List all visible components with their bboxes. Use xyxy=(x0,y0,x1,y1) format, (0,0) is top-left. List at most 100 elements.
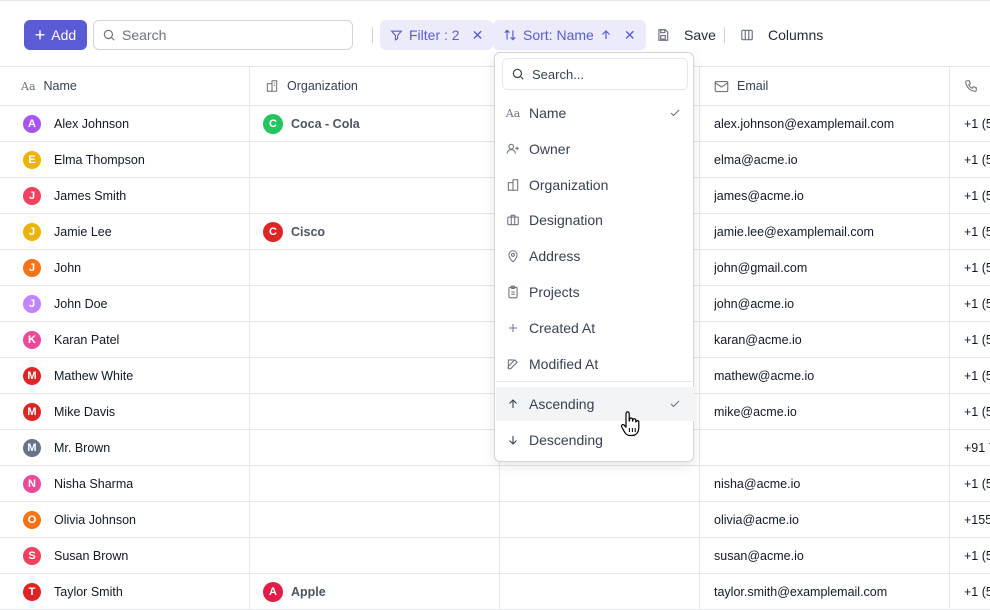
email-value[interactable]: mike@acme.io xyxy=(714,405,797,419)
filter-clear-icon[interactable]: ✕ xyxy=(472,27,484,44)
phone-cell: +1 (5 xyxy=(964,394,990,429)
email-cell: olivia@acme.io xyxy=(714,502,799,537)
arrow-up-icon xyxy=(506,398,520,410)
name-cell: K Karan Patel xyxy=(23,322,119,357)
email-value[interactable]: jamie.lee@examplemail.com xyxy=(714,225,874,239)
phone-value[interactable]: +1 (5 xyxy=(964,549,990,563)
column-header-name[interactable]: Aa Name xyxy=(21,67,77,105)
contact-name[interactable]: James Smith xyxy=(54,189,126,203)
contact-name[interactable]: Susan Brown xyxy=(54,549,128,563)
phone-value[interactable]: +1 (5 xyxy=(964,405,990,419)
contact-name[interactable]: Jamie Lee xyxy=(54,225,112,239)
contact-name[interactable]: Mr. Brown xyxy=(54,441,110,455)
organization-name[interactable]: Cisco xyxy=(291,225,325,239)
contact-name[interactable]: John Doe xyxy=(54,297,108,311)
filter-chip[interactable]: Filter : 2 ✕ xyxy=(380,20,494,50)
contact-name[interactable]: Taylor Smith xyxy=(54,585,123,599)
avatar: M xyxy=(23,366,41,385)
email-value[interactable]: james@acme.io xyxy=(714,189,804,203)
phone-value[interactable]: +1 (5 xyxy=(964,153,990,167)
phone-cell: +1 (5 xyxy=(964,286,990,321)
email-value[interactable]: john@gmail.com xyxy=(714,261,807,275)
organization-name[interactable]: Apple xyxy=(291,585,326,599)
table-row[interactable]: T Taylor Smith A Apple taylor.smith@examplem… xyxy=(0,574,990,610)
sort-clear-icon[interactable]: ✕ xyxy=(624,27,636,44)
contact-name[interactable]: John xyxy=(54,261,81,275)
avatar: K xyxy=(23,330,41,349)
phone-value[interactable]: +1 (5 xyxy=(964,189,990,203)
email-value[interactable]: olivia@acme.io xyxy=(714,513,799,527)
contact-name[interactable]: Karan Patel xyxy=(54,333,119,347)
sort-field-label: Name xyxy=(529,105,567,121)
sort-field-address[interactable]: Address xyxy=(496,239,694,273)
email-cell: mathew@acme.io xyxy=(714,358,814,393)
search-input[interactable] xyxy=(122,27,342,43)
contact-name[interactable]: Mathew White xyxy=(54,369,133,383)
table-row[interactable]: S Susan Brown susan@acme.io +1 (5 xyxy=(0,538,990,574)
email-value[interactable]: taylor.smith@examplemail.com xyxy=(714,585,887,599)
email-value[interactable]: mathew@acme.io xyxy=(714,369,814,383)
sort-dropdown: Aa Name Owner Organization Designation Addres… xyxy=(494,52,694,462)
sort-field-created-at[interactable]: Created At xyxy=(496,311,694,345)
email-value[interactable]: elma@acme.io xyxy=(714,153,798,167)
add-button[interactable]: + Add xyxy=(24,20,87,50)
phone-value[interactable]: +155 xyxy=(964,513,990,527)
sort-search-box[interactable] xyxy=(502,58,688,90)
column-header-phone[interactable] xyxy=(964,67,978,105)
toolbar-divider xyxy=(724,27,725,43)
arrow-up-icon xyxy=(601,30,610,39)
phone-value[interactable]: +1 (5 xyxy=(964,225,990,239)
sort-direction-ascending[interactable]: Ascending xyxy=(496,387,694,421)
column-header-organization[interactable]: Organization xyxy=(265,67,358,105)
columns-button[interactable]: Columns xyxy=(740,20,823,50)
email-value[interactable]: john@acme.io xyxy=(714,297,794,311)
phone-value[interactable]: +1 (5 xyxy=(964,369,990,383)
phone-value[interactable]: +1 (5 xyxy=(964,297,990,311)
phone-value[interactable]: +1 (5 xyxy=(964,333,990,347)
sort-field-owner[interactable]: Owner xyxy=(496,132,694,166)
phone-cell: +1 (5 xyxy=(964,142,990,177)
name-cell: T Taylor Smith xyxy=(23,574,123,609)
email-value[interactable]: nisha@acme.io xyxy=(714,477,800,491)
phone-value[interactable]: +1 (5 xyxy=(964,261,990,275)
table-row[interactable]: O Olivia Johnson olivia@acme.io +155 xyxy=(0,502,990,538)
sort-field-name[interactable]: Aa Name xyxy=(496,96,694,130)
sort-field-organization[interactable]: Organization xyxy=(496,168,694,202)
contact-name[interactable]: Elma Thompson xyxy=(54,153,145,167)
column-header-label: Organization xyxy=(287,79,358,93)
avatar: M xyxy=(23,438,41,457)
sort-field-projects[interactable]: Projects xyxy=(496,275,694,309)
contact-name[interactable]: Mike Davis xyxy=(54,405,115,419)
phone-value[interactable]: +1 (5 xyxy=(964,477,990,491)
sort-field-modified-at[interactable]: Modified At xyxy=(496,347,694,381)
table-row[interactable]: N Nisha Sharma nisha@acme.io +1 (5 xyxy=(0,466,990,502)
contact-name[interactable]: Alex Johnson xyxy=(54,117,129,131)
email-value[interactable]: susan@acme.io xyxy=(714,549,804,563)
contact-name[interactable]: Olivia Johnson xyxy=(54,513,136,527)
sort-direction-descending[interactable]: Descending xyxy=(496,423,694,457)
email-cell: susan@acme.io xyxy=(714,538,804,573)
sort-chip[interactable]: Sort: Name ✕ xyxy=(493,20,646,50)
save-button[interactable]: Save xyxy=(656,20,716,50)
email-value[interactable]: alex.johnson@examplemail.com xyxy=(714,117,894,131)
search-box[interactable] xyxy=(93,20,353,50)
phone-value[interactable]: +91 7 xyxy=(964,441,990,455)
column-header-email[interactable]: Email xyxy=(714,67,768,105)
contact-name[interactable]: Nisha Sharma xyxy=(54,477,133,491)
email-cell: john@gmail.com xyxy=(714,250,807,285)
phone-value[interactable]: +1 (5 xyxy=(964,585,990,599)
menu-divider xyxy=(496,381,694,382)
email-cell: alex.johnson@examplemail.com xyxy=(714,106,894,141)
email-cell: james@acme.io xyxy=(714,178,804,213)
name-cell: S Susan Brown xyxy=(23,538,128,573)
sort-search-input[interactable] xyxy=(532,66,682,82)
phone-cell: +1 (5 xyxy=(964,358,990,393)
phone-value[interactable]: +1 (5 xyxy=(964,117,990,131)
sort-field-designation[interactable]: Designation xyxy=(496,203,694,237)
column-header-label: Email xyxy=(737,79,769,93)
phone-cell: +1 (5 xyxy=(964,214,990,249)
phone-cell: +1 (5 xyxy=(964,178,990,213)
organization-name[interactable]: Coca - Cola xyxy=(291,117,360,131)
email-value[interactable]: karan@acme.io xyxy=(714,333,802,347)
name-cell: J John xyxy=(23,250,81,285)
